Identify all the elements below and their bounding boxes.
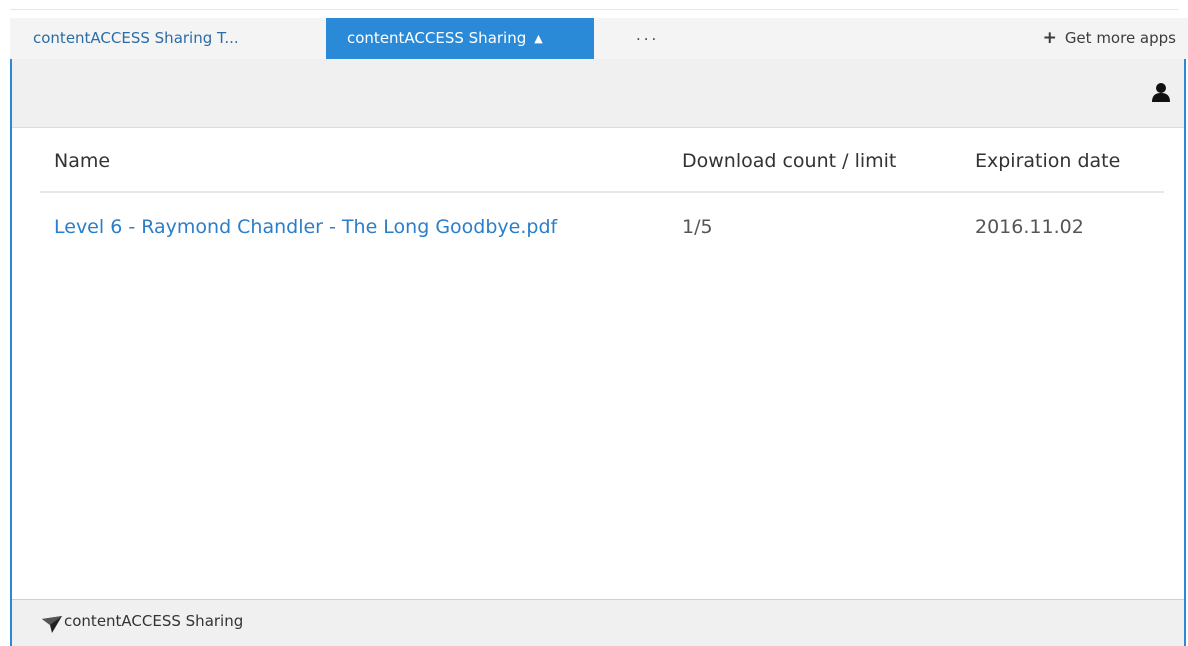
top-divider [10, 9, 1178, 10]
table-header: Name Download count / limit Expiration d… [40, 128, 1164, 193]
column-header-download-count[interactable]: Download count / limit [682, 150, 896, 172]
chevron-up-icon[interactable]: ▲ [534, 18, 542, 59]
expiration-date-value: 2016.11.02 [975, 216, 1084, 238]
shared-files-table: Name Download count / limit Expiration d… [40, 128, 1164, 263]
file-link[interactable]: Level 6 - Raymond Chandler - The Long Go… [54, 216, 557, 238]
app-panel: Name Download count / limit Expiration d… [10, 59, 1186, 646]
tab-label: contentACCESS Sharing [347, 29, 527, 47]
tab-sharing-active[interactable]: contentACCESS Sharing ▲ [326, 18, 594, 59]
tab-label: contentACCESS Sharing T... [33, 29, 239, 47]
paper-plane-icon [42, 616, 62, 633]
get-more-apps-button[interactable]: + Get more apps [1043, 18, 1176, 59]
more-dots-icon[interactable]: ... [636, 15, 659, 56]
table-row: Level 6 - Raymond Chandler - The Long Go… [40, 193, 1164, 263]
plus-icon: + [1042, 28, 1057, 48]
get-more-apps-label: Get more apps [1064, 29, 1176, 47]
user-icon[interactable] [1150, 81, 1172, 103]
download-count-value: 1/5 [682, 216, 713, 238]
panel-header [12, 59, 1184, 128]
column-header-expiration-date[interactable]: Expiration date [975, 150, 1120, 172]
tab-overflow[interactable]: ... + Get more apps [594, 18, 1188, 59]
tab-sharing-truncated[interactable]: contentACCESS Sharing T... [10, 18, 326, 59]
app-tab-bar: contentACCESS Sharing T... contentACCESS… [0, 18, 1188, 59]
panel-footer: contentACCESS Sharing [12, 599, 1184, 646]
footer-app-name: contentACCESS Sharing [64, 612, 244, 630]
column-header-name[interactable]: Name [54, 150, 110, 172]
